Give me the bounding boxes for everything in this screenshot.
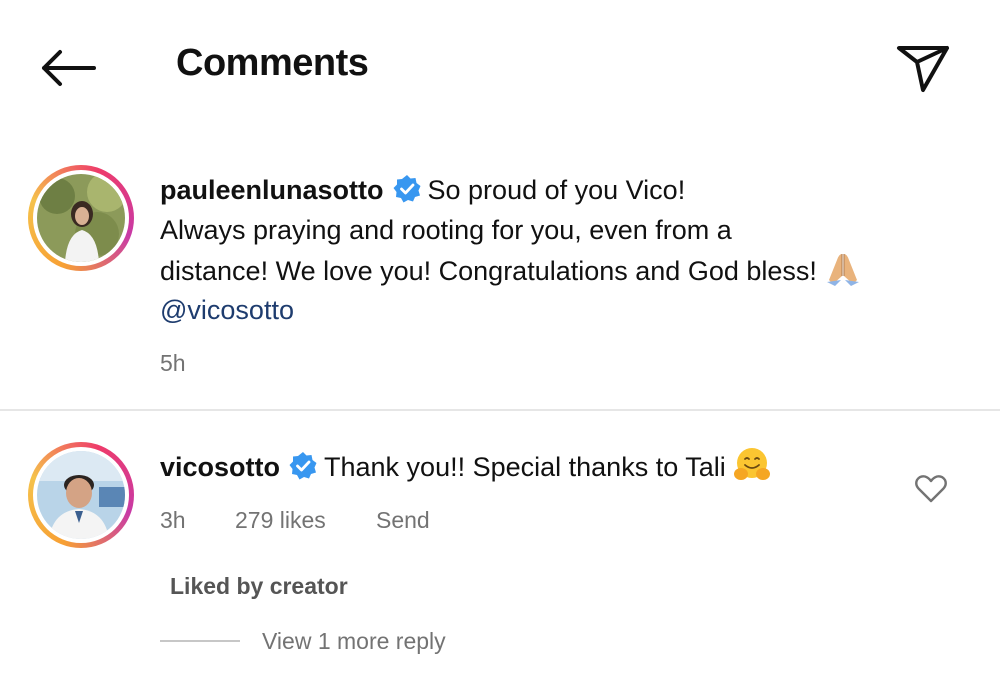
avatar[interactable]	[28, 442, 134, 548]
verified-badge-icon	[393, 175, 421, 203]
comment-username[interactable]: pauleenlunasotto	[160, 175, 384, 205]
avatar[interactable]	[28, 165, 134, 271]
reply-line	[160, 640, 240, 642]
comment-line-3: distance! We love you! Congratulations a…	[160, 250, 863, 291]
verified-badge-icon	[289, 452, 317, 480]
comment-text-line3: distance! We love you! Congratulations a…	[160, 256, 817, 286]
comment-line: vicosotto Thank you!! Special thanks to …	[160, 446, 772, 487]
view-more-replies-button[interactable]: View 1 more reply	[262, 628, 446, 655]
hugging-face-icon	[733, 448, 770, 480]
comments-header: Comments	[0, 0, 1000, 130]
comment-timestamp: 3h	[160, 507, 186, 533]
likes-count[interactable]: 279 likes	[235, 507, 326, 534]
divider	[0, 409, 1000, 411]
back-arrow-icon	[42, 50, 96, 86]
send-button[interactable]: Send	[376, 507, 430, 534]
back-button[interactable]	[38, 46, 98, 90]
comment-username[interactable]: vicosotto	[160, 452, 280, 482]
liked-by-creator-label: Liked by creator	[170, 573, 348, 599]
comment-text-line2: Always praying and rooting for you, even…	[160, 215, 732, 245]
heart-icon	[915, 475, 947, 503]
comment-text: Thank you!! Special thanks to Tali	[324, 452, 726, 482]
avatar-photo	[37, 451, 125, 539]
mention-link[interactable]: @vicosotto	[160, 290, 294, 330]
send-icon	[897, 46, 949, 92]
comment-text: So proud of you Vico!	[427, 175, 686, 205]
avatar-photo	[37, 174, 125, 262]
praying-hands-icon	[826, 254, 859, 286]
comment-timestamp: 5h	[160, 350, 186, 376]
direct-message-button[interactable]	[893, 40, 953, 96]
like-button[interactable]	[914, 474, 948, 504]
comment-line: pauleenlunasotto So proud of you Vico!	[160, 170, 685, 210]
page-title: Comments	[176, 42, 369, 84]
